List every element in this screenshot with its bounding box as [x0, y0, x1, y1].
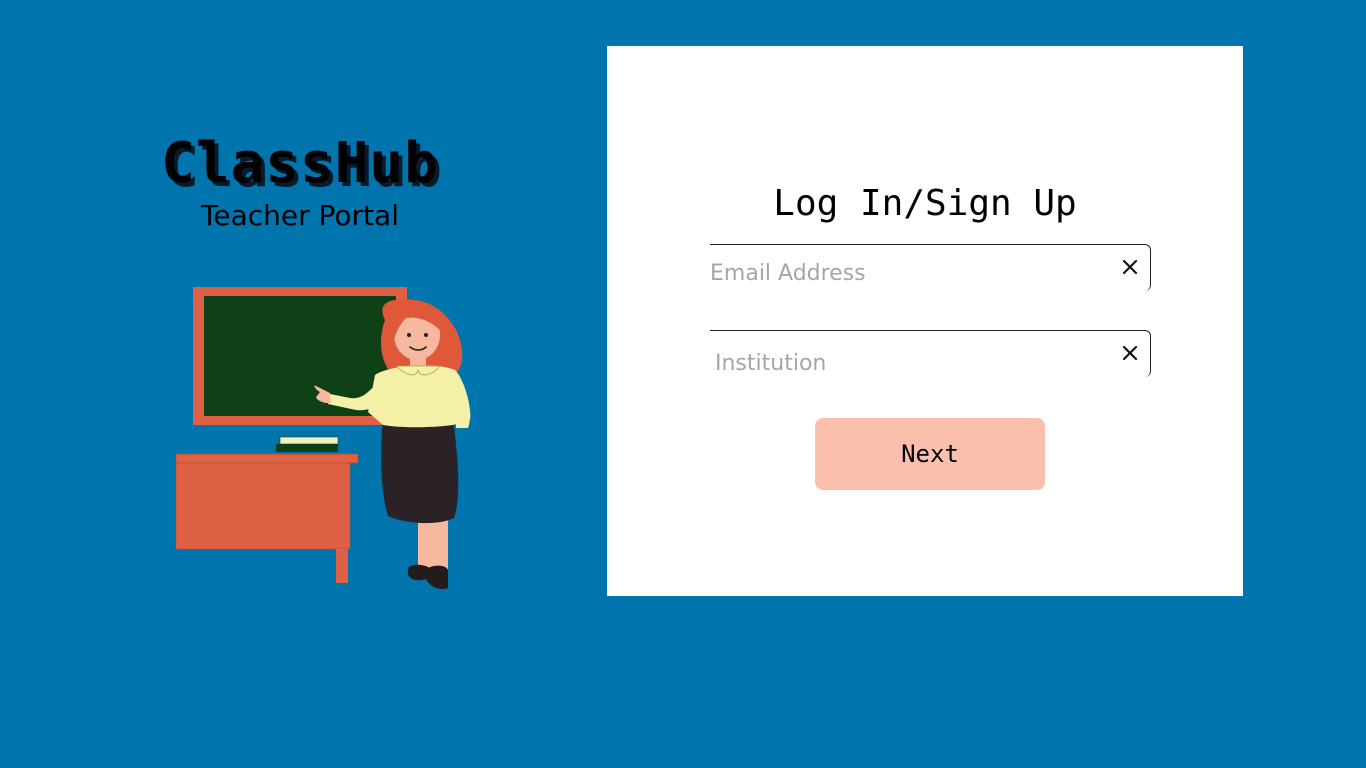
desk-top — [175, 453, 359, 464]
login-card: Log In/Sign Up Next — [607, 46, 1243, 596]
close-icon[interactable] — [1120, 343, 1140, 363]
desk-leg — [336, 549, 348, 583]
institution-field-container — [710, 330, 1151, 381]
close-icon[interactable] — [1120, 257, 1140, 277]
app-subtitle: Teacher Portal — [201, 199, 399, 232]
desk-body — [175, 462, 351, 550]
book — [276, 444, 338, 452]
app-logo-title: ClassHub — [161, 131, 439, 196]
teacher-illustration — [175, 287, 471, 590]
login-title: Log In/Sign Up — [773, 183, 1077, 224]
next-button[interactable]: Next — [815, 418, 1045, 490]
book — [279, 436, 339, 445]
login-page: ClassHub Teacher Portal Log In/Sign Up E… — [0, 0, 1366, 768]
email-field-container — [710, 244, 1151, 291]
institution-input[interactable] — [715, 345, 1105, 381]
email-input[interactable] — [710, 255, 1100, 291]
